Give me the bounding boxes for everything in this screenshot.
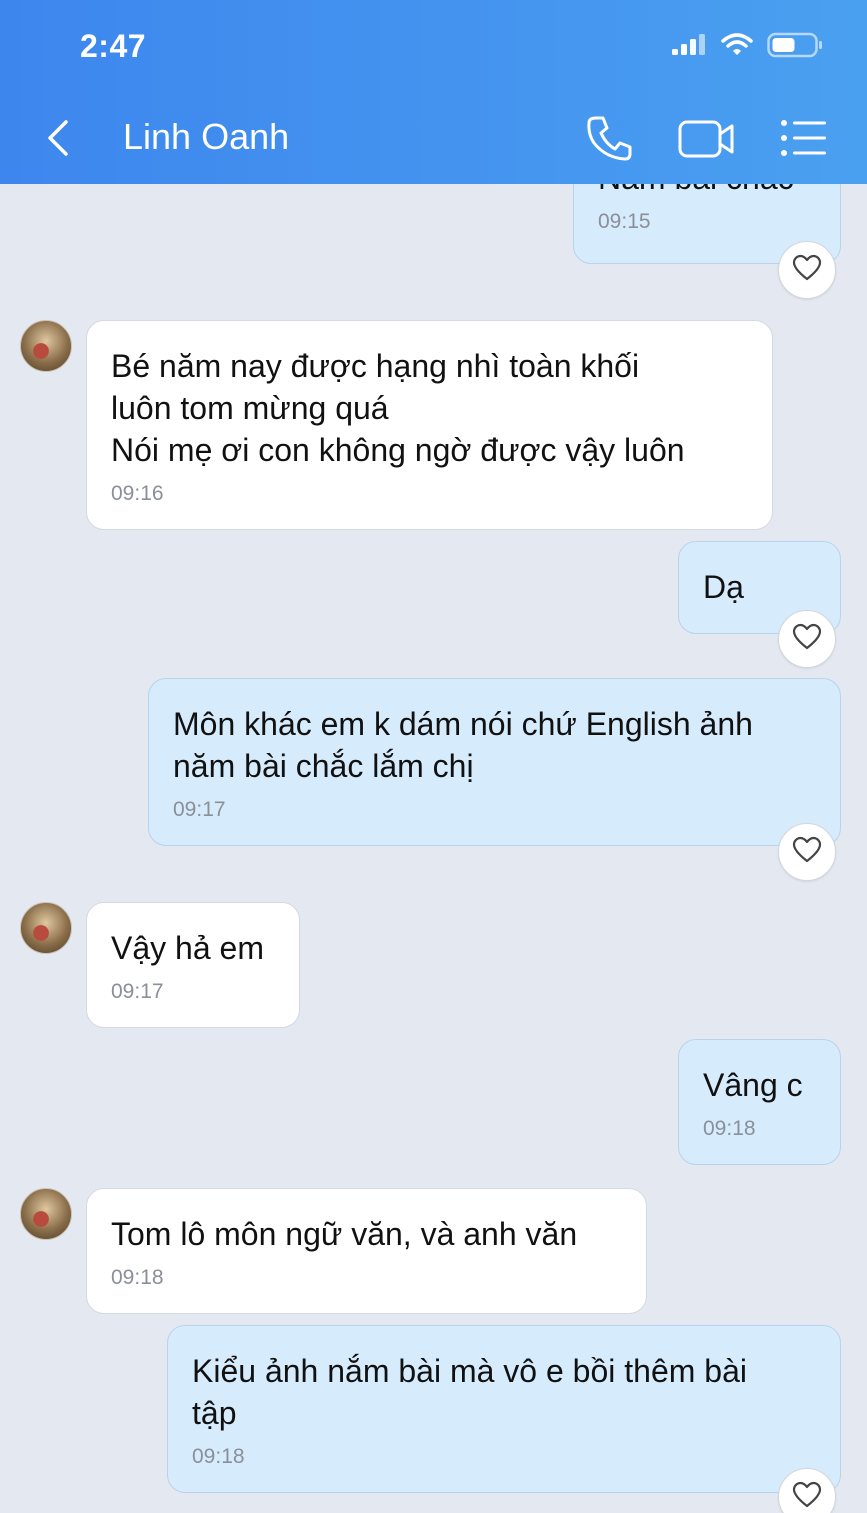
list-menu-icon (778, 120, 830, 164)
heart-icon (792, 254, 822, 287)
message-time: 09:16 (111, 482, 164, 505)
cellular-signal-icon (671, 33, 707, 62)
message-text: Môn khác em k dám nói chứ English ảnh nă… (173, 706, 753, 784)
phone-icon (584, 116, 634, 168)
heart-icon (792, 836, 822, 869)
message-bubble-incoming[interactable]: Tom lô môn ngữ văn, và anh văn 09:18 (86, 1188, 647, 1314)
message-text: Tom lô môn ngữ văn, và anh văn (111, 1216, 578, 1252)
message-bubble-incoming[interactable]: Vậy hả em 09:17 (86, 902, 300, 1028)
wifi-icon (721, 32, 753, 62)
message-text: Nắm bài chắc (598, 184, 816, 199)
video-camera-icon (676, 120, 736, 166)
message-bubble-incoming[interactable]: Bé năm nay được hạng nhì toàn khối luôn … (86, 320, 773, 530)
chevron-left-icon (38, 120, 82, 168)
message-text: Vâng c (703, 1067, 803, 1103)
contact-avatar[interactable] (20, 902, 72, 954)
message-bubble-outgoing[interactable]: Vâng c 09:18 (678, 1039, 841, 1165)
react-button[interactable] (778, 241, 836, 299)
message-time: 09:17 (111, 980, 164, 1003)
contact-name[interactable]: Linh Oanh (123, 116, 289, 158)
back-button[interactable] (38, 112, 82, 164)
contact-avatar[interactable] (20, 1188, 72, 1240)
message-time: 09:18 (192, 1445, 245, 1468)
heart-icon (792, 623, 822, 656)
message-list[interactable]: Nắm bài chắc 09:15 Bé năm nay được hạng … (0, 184, 867, 1513)
message-text: Dạ (703, 569, 744, 605)
message-time: 09:18 (703, 1117, 756, 1140)
message-time: 09:17 (173, 798, 226, 821)
heart-icon (792, 1481, 822, 1513)
react-button[interactable] (778, 610, 836, 668)
message-bubble-outgoing[interactable]: Môn khác em k dám nói chứ English ảnh nă… (148, 678, 841, 846)
message-text: Kiểu ảnh nắm bài mà vô e bồi thêm bài tậ… (192, 1353, 747, 1431)
chat-options-button[interactable] (778, 116, 830, 160)
message-time: 09:15 (598, 210, 651, 233)
status-bar-time: 2:47 (80, 28, 147, 64)
message-text: Vậy hả em (111, 930, 264, 966)
message-bubble-outgoing[interactable]: Kiểu ảnh nắm bài mà vô e bồi thêm bài tậ… (167, 1325, 841, 1493)
message-time: 09:18 (111, 1266, 164, 1289)
chat-header: 2:47 Linh Oanh (0, 0, 867, 184)
status-bar-icons (671, 30, 823, 64)
battery-icon (767, 32, 823, 63)
react-button[interactable] (778, 823, 836, 881)
voice-call-button[interactable] (584, 112, 634, 164)
video-call-button[interactable] (676, 114, 736, 162)
message-text: Bé năm nay được hạng nhì toàn khối luôn … (111, 348, 685, 468)
contact-avatar[interactable] (20, 320, 72, 372)
